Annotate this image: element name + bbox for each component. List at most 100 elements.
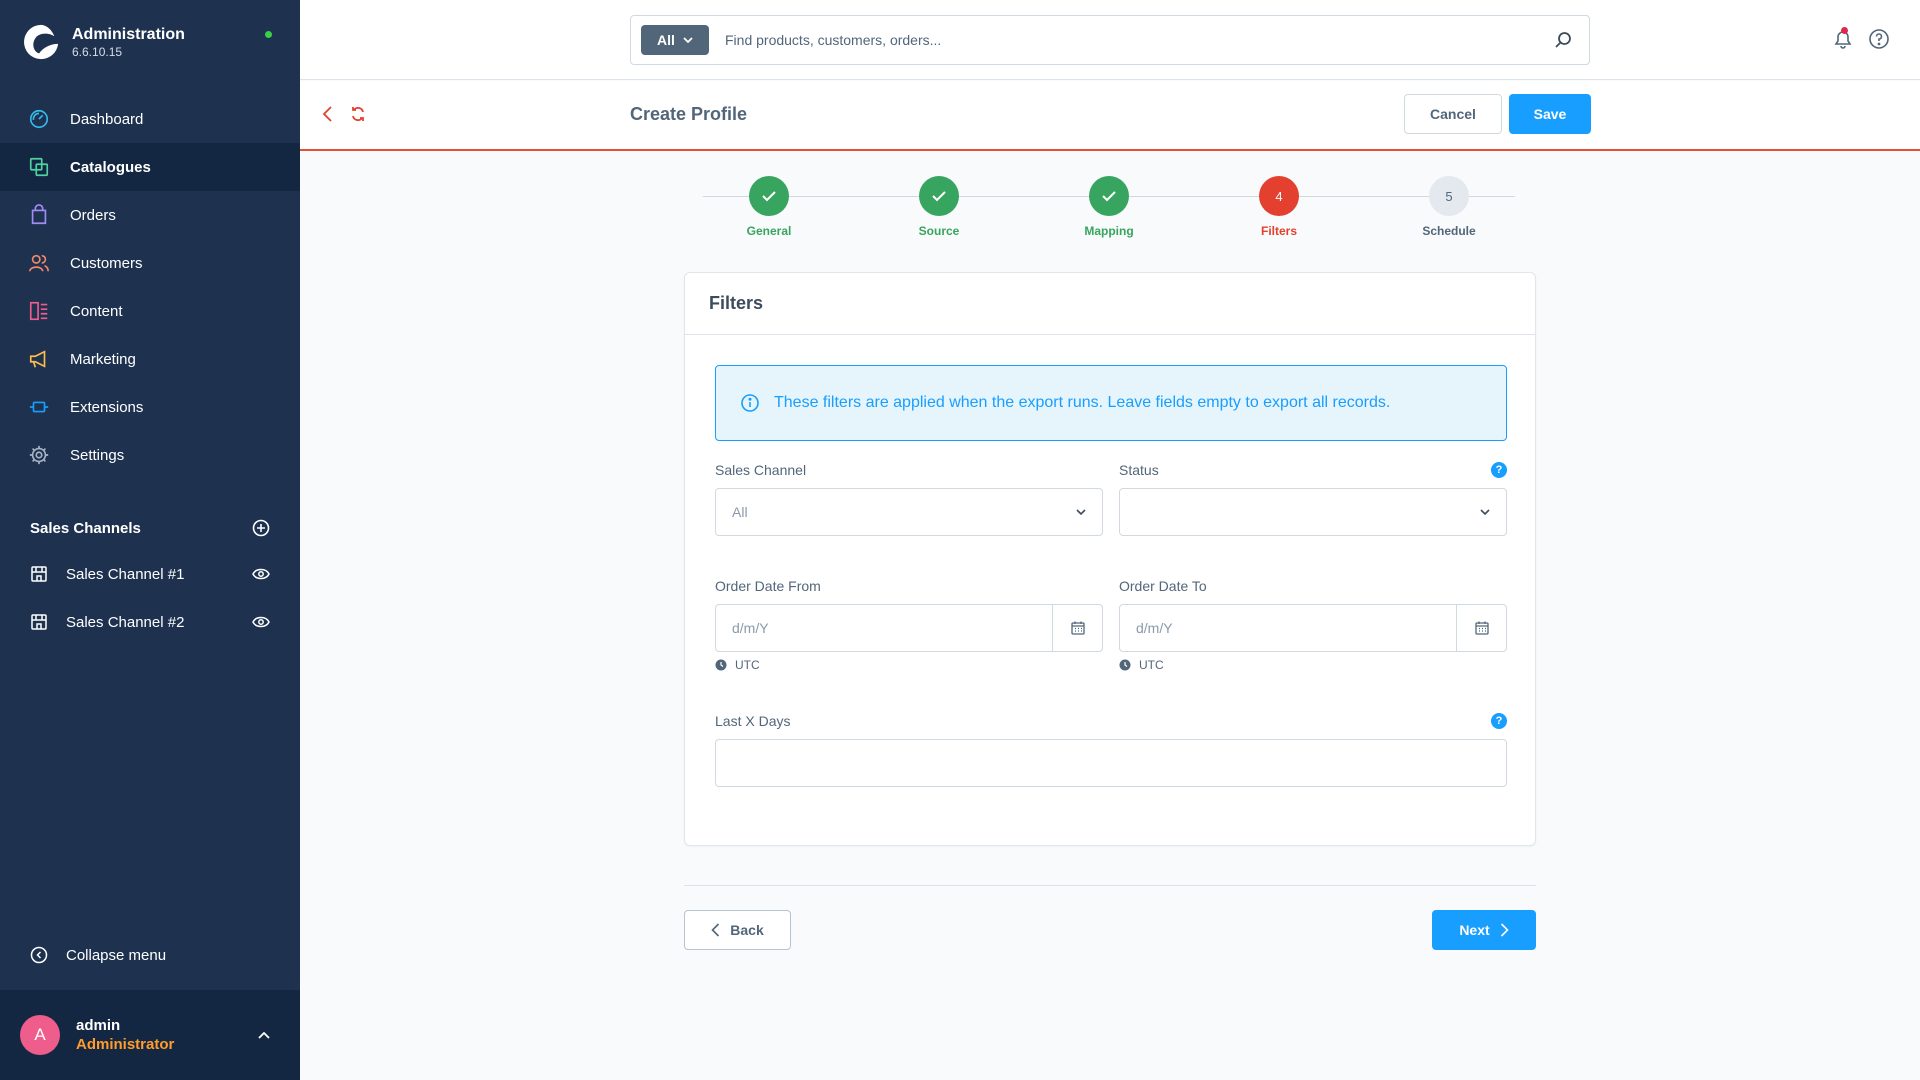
nav-label-catalogues: Catalogues — [70, 158, 151, 176]
calendar-button[interactable] — [1456, 605, 1506, 651]
chevron-down-icon — [683, 36, 693, 43]
help-icon[interactable]: ? — [1491, 462, 1507, 478]
sales-channel-select[interactable]: All — [715, 488, 1103, 536]
nav-item-dashboard[interactable]: Dashboard — [0, 95, 300, 143]
status-dot — [265, 31, 272, 38]
step-mapping[interactable]: Mapping — [1049, 176, 1169, 238]
order-date-from-input[interactable] — [716, 605, 1052, 651]
settings-icon — [28, 444, 50, 466]
marketing-icon — [28, 348, 50, 370]
step-label: Source — [918, 224, 960, 238]
storefront-icon — [31, 614, 47, 630]
sidebar: Administration 6.6.10.15 Dashboard Catal… — [0, 0, 300, 1080]
top-icons — [1832, 27, 1890, 50]
save-button[interactable]: Save — [1509, 94, 1591, 134]
search-icon[interactable] — [1553, 30, 1573, 50]
storefront-icon — [31, 566, 47, 582]
eye-icon[interactable] — [252, 616, 270, 628]
step-source[interactable]: Source — [879, 176, 999, 238]
global-search: All — [630, 15, 1590, 65]
nav-item-catalogues[interactable]: Catalogues — [0, 143, 300, 191]
search-input[interactable] — [725, 32, 1553, 48]
page-title: Create Profile — [630, 104, 748, 124]
orders-icon — [28, 204, 50, 226]
last-x-days-input[interactable] — [715, 739, 1507, 787]
status-label: Status — [1119, 462, 1159, 478]
notifications-button[interactable] — [1832, 27, 1854, 50]
topbar: All — [300, 0, 1920, 80]
collapse-menu-label: Collapse menu — [66, 946, 167, 964]
main-nav: Dashboard Catalogues Orders Customers Co… — [0, 95, 300, 479]
order-date-from-field: Order Date From UTC — [715, 576, 1103, 672]
step-general[interactable]: General — [709, 176, 829, 238]
order-date-to-input-wrap — [1119, 604, 1507, 652]
last-x-days-field: Last X Days ? — [715, 711, 1507, 787]
shopware-logo-icon — [24, 24, 59, 60]
last-x-days-label: Last X Days — [715, 713, 791, 729]
nav-label-content: Content — [70, 302, 123, 320]
user-role: Administrator — [76, 1036, 175, 1053]
calendar-icon — [1474, 621, 1489, 635]
chevron-right-icon — [1500, 923, 1509, 937]
search-scope-dropdown[interactable]: All — [641, 25, 709, 55]
refresh-icon[interactable] — [350, 105, 366, 123]
back-button[interactable]: Back — [684, 910, 791, 950]
step-filters[interactable]: 4 Filters — [1219, 176, 1339, 238]
extensions-icon — [28, 396, 50, 418]
user-name: admin — [76, 1017, 121, 1034]
calendar-button[interactable] — [1052, 605, 1102, 651]
add-sales-channel-icon[interactable] — [252, 519, 270, 537]
footer-divider — [684, 885, 1536, 886]
order-date-to-field: Order Date To UTC — [1119, 576, 1507, 672]
order-date-to-input[interactable] — [1120, 605, 1456, 651]
dashboard-icon — [28, 108, 50, 130]
sales-channel-label: Sales Channel #1 — [66, 565, 185, 583]
nav-item-marketing[interactable]: Marketing — [0, 335, 300, 383]
chevron-left-icon — [711, 923, 720, 937]
help-icon[interactable]: ? — [1491, 713, 1507, 729]
chevron-up-icon[interactable] — [258, 1031, 270, 1039]
order-date-to-label: Order Date To — [1119, 578, 1207, 594]
nav-item-customers[interactable]: Customers — [0, 239, 300, 287]
nav-label-orders: Orders — [70, 206, 116, 224]
eye-icon[interactable] — [252, 568, 270, 580]
nav-item-settings[interactable]: Settings — [0, 431, 300, 479]
arrow-back-icon[interactable] — [320, 105, 336, 123]
app-version: 6.6.10.15 — [72, 45, 123, 59]
step-schedule[interactable]: 5 Schedule — [1389, 176, 1509, 238]
user-menu[interactable]: A admin Administrator — [0, 990, 300, 1080]
sales-channel-item[interactable]: Sales Channel #1 — [0, 550, 300, 598]
nav-item-extensions[interactable]: Extensions — [0, 383, 300, 431]
nav-label-customers: Customers — [70, 254, 143, 272]
nav-label-dashboard: Dashboard — [70, 110, 144, 128]
nav-item-orders[interactable]: Orders — [0, 191, 300, 239]
next-button[interactable]: Next — [1432, 910, 1536, 950]
wizard-stepper: General Source Mapping 4 Filters 5 Sched… — [703, 176, 1515, 246]
sales-channels-header: Sales Channels — [30, 519, 270, 537]
filters-card: Filters These filters are applied when t… — [684, 272, 1536, 846]
nav-label-settings: Settings — [70, 446, 125, 464]
next-label: Next — [1459, 922, 1490, 938]
status-select[interactable] — [1119, 488, 1507, 536]
nav-item-content[interactable]: Content — [0, 287, 300, 335]
sales-channel-value: All — [732, 504, 748, 520]
cancel-button[interactable]: Cancel — [1404, 94, 1502, 134]
timezone-hint: UTC — [715, 658, 1103, 672]
step-number: 5 — [1429, 176, 1469, 216]
step-label: Schedule — [1422, 224, 1476, 238]
timezone-label: UTC — [735, 658, 760, 672]
help-icon[interactable] — [1868, 28, 1890, 50]
status-field: Status ? — [1119, 460, 1507, 536]
check-icon — [919, 176, 959, 216]
notification-badge — [1841, 27, 1848, 34]
collapse-menu-button[interactable]: Collapse menu — [30, 946, 166, 964]
nav-label-extensions: Extensions — [70, 398, 144, 416]
clock-icon — [1119, 659, 1131, 671]
info-alert: These filters are applied when the expor… — [715, 365, 1507, 441]
calendar-icon — [1070, 621, 1085, 635]
sales-channel-item[interactable]: Sales Channel #2 — [0, 598, 300, 646]
brand[interactable]: Administration 6.6.10.15 — [22, 22, 185, 62]
check-icon — [749, 176, 789, 216]
step-label: Mapping — [1084, 224, 1134, 238]
timezone-label: UTC — [1139, 658, 1164, 672]
